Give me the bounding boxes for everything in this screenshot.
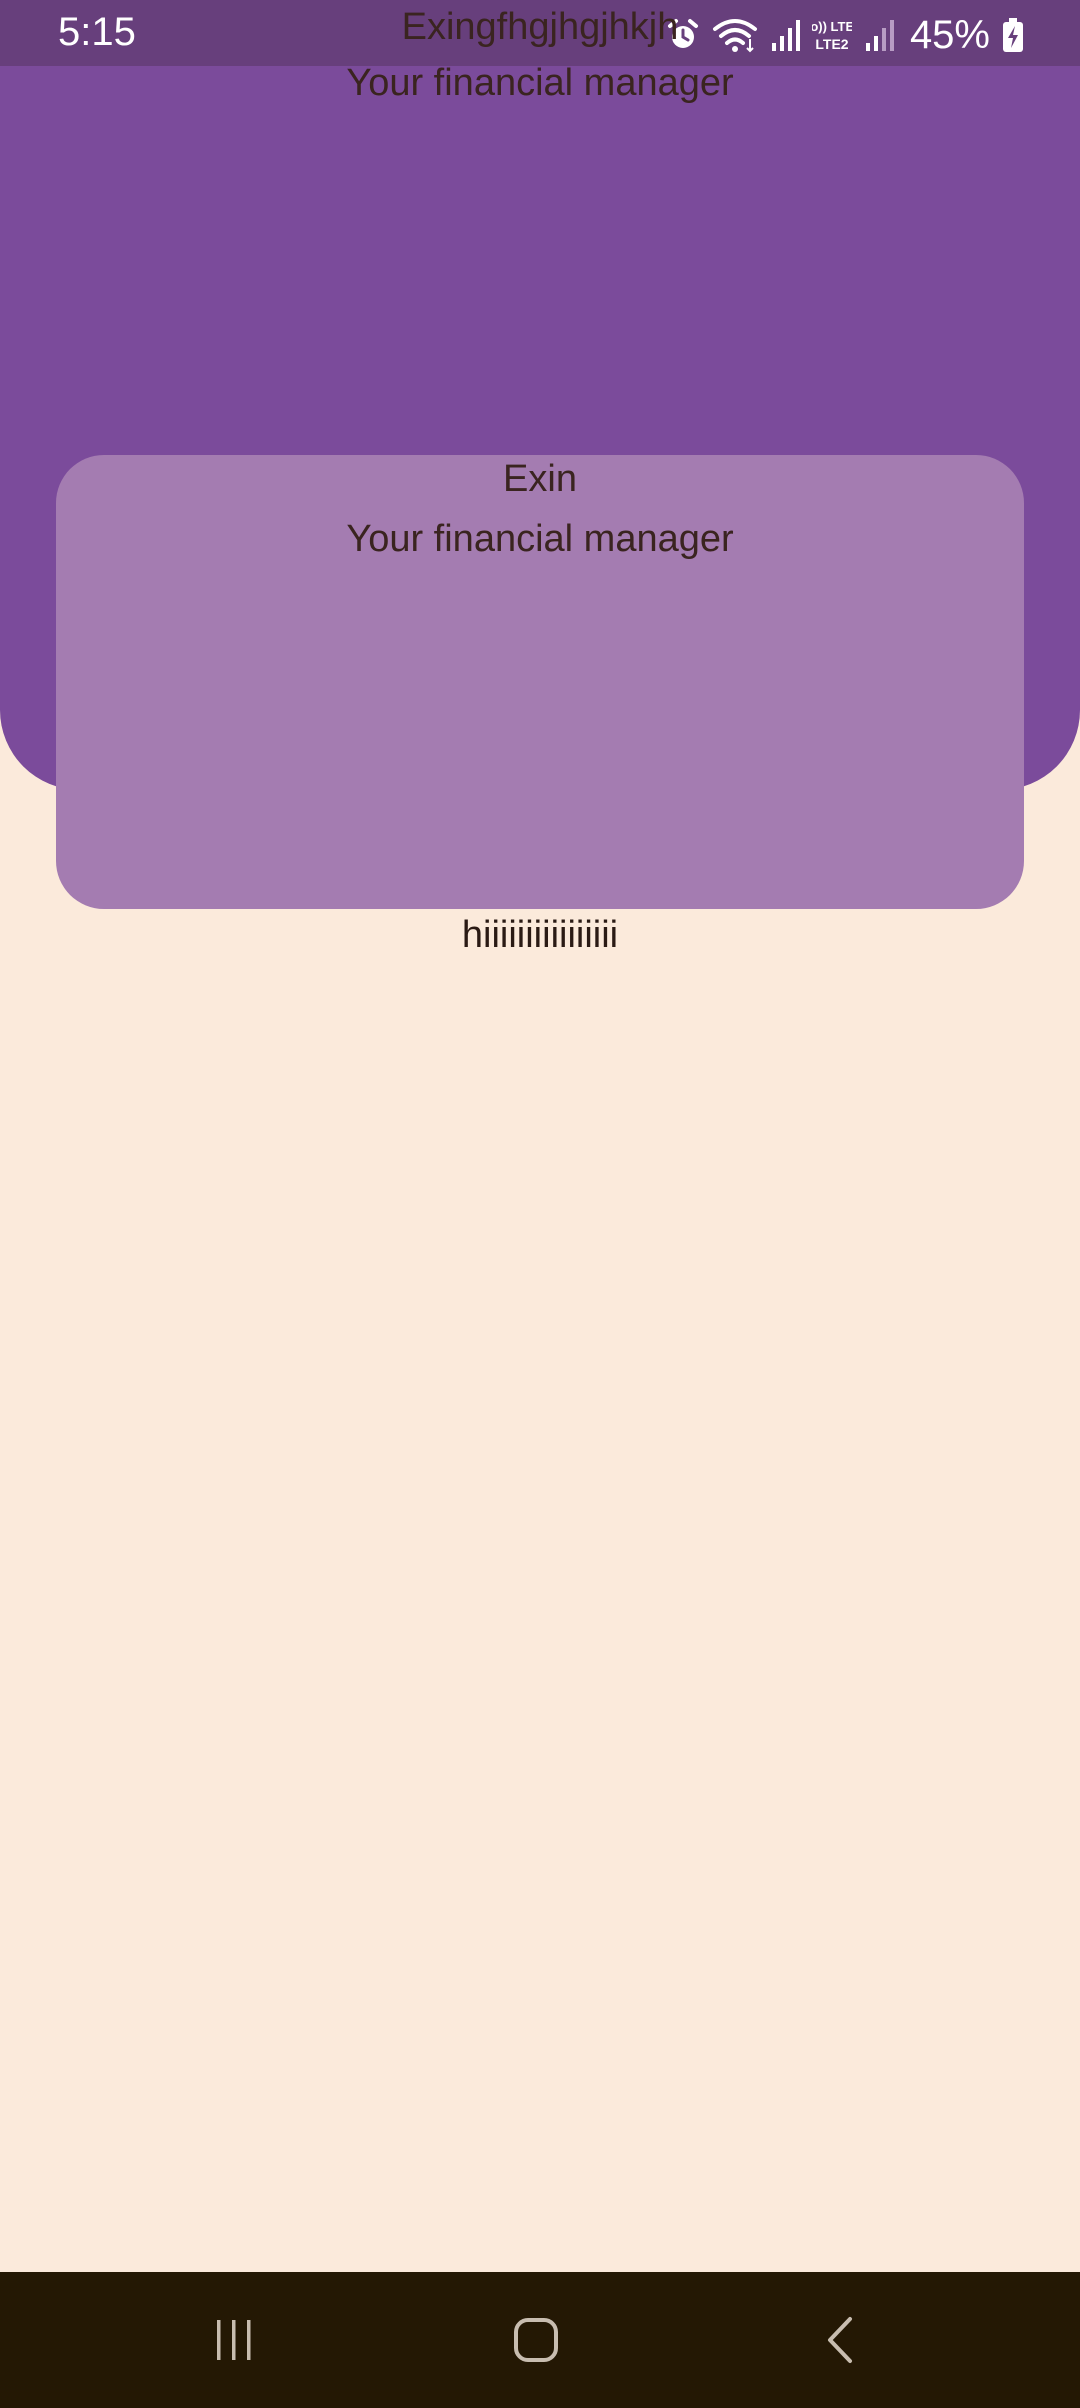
header-subtitle: Your financial manager	[346, 62, 734, 104]
home-icon	[514, 2318, 558, 2362]
home-button[interactable]	[496, 2302, 576, 2378]
card-subtitle: Your financial manager	[346, 518, 734, 560]
app-screen: 5:15 Vo)) LTE2	[0, 0, 1080, 2408]
body-text: hiiiiiiiiiiiiiiii	[461, 914, 619, 956]
back-icon	[828, 2317, 852, 2363]
back-button[interactable]	[800, 2302, 880, 2378]
recents-icon	[217, 2320, 251, 2360]
navigation-bar	[0, 2272, 1080, 2408]
header-title: Exingfhgjhgjhkjh	[401, 6, 679, 48]
card-title: Exin	[503, 458, 577, 500]
recents-button[interactable]	[194, 2302, 274, 2378]
